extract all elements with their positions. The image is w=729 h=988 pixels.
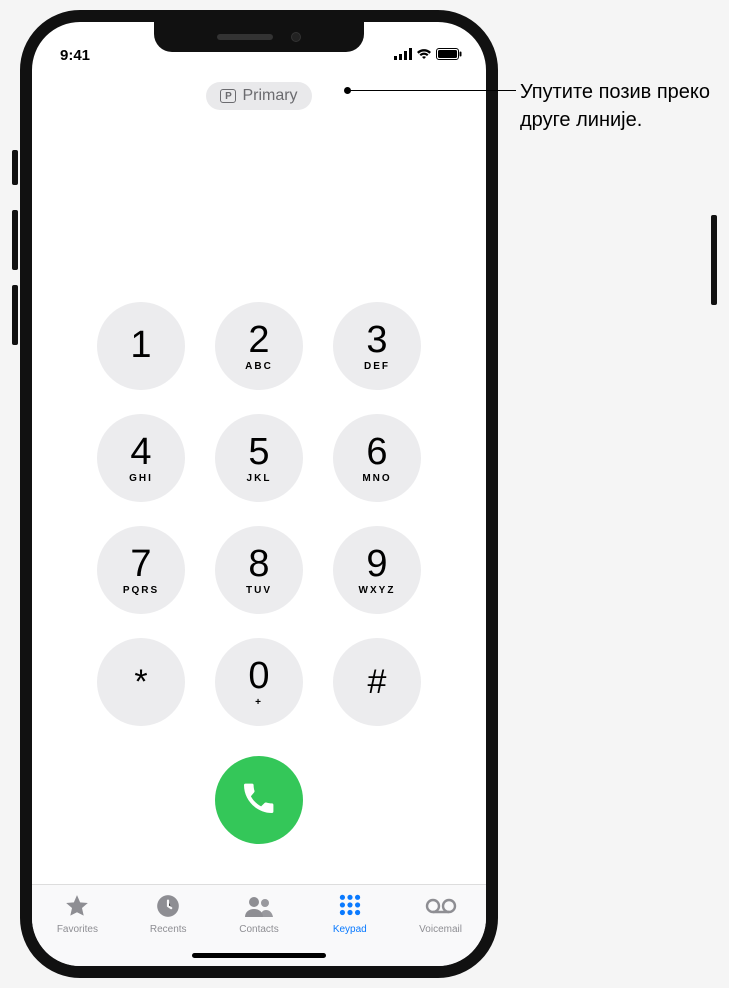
phone-icon	[241, 780, 277, 821]
status-time: 9:41	[60, 47, 140, 64]
key-7[interactable]: 7 PQRS	[97, 526, 185, 614]
key-digit: *	[134, 665, 147, 699]
home-indicator[interactable]	[192, 953, 326, 958]
wifi-icon	[416, 47, 432, 64]
key-2[interactable]: 2 ABC	[215, 302, 303, 390]
key-digit: #	[368, 665, 387, 699]
keypad: 1 2 ABC 3 DEF 4 GHI 5 JKL 6 MNO	[32, 302, 486, 844]
tab-favorites[interactable]: Favorites	[32, 885, 123, 966]
key-digit: 4	[130, 433, 151, 471]
key-6[interactable]: 6 MNO	[333, 414, 421, 502]
key-letters: +	[255, 697, 263, 708]
status-indicators	[372, 47, 462, 64]
key-0[interactable]: 0 +	[215, 638, 303, 726]
callout-text: Упутите позив преко друге линије.	[520, 78, 710, 134]
key-digit: 3	[366, 321, 387, 359]
phone-mute-switch	[12, 150, 18, 185]
key-1[interactable]: 1	[97, 302, 185, 390]
key-star[interactable]: *	[97, 638, 185, 726]
key-digit: 8	[248, 545, 269, 583]
key-3[interactable]: 3 DEF	[333, 302, 421, 390]
key-letters: MNO	[362, 473, 391, 484]
notch	[154, 22, 364, 52]
tab-label: Contacts	[239, 924, 278, 935]
tab-label: Voicemail	[419, 924, 462, 935]
key-digit: 9	[366, 545, 387, 583]
cellular-icon	[394, 47, 412, 64]
key-digit: 6	[366, 433, 387, 471]
key-digit: 2	[248, 321, 269, 359]
line-selector-button[interactable]: P Primary	[206, 82, 311, 110]
keypad-icon	[337, 893, 363, 922]
tab-label: Keypad	[333, 924, 367, 935]
front-camera	[291, 32, 301, 42]
tab-label: Recents	[150, 924, 187, 935]
tab-label: Favorites	[57, 924, 98, 935]
key-letters: TUV	[246, 585, 272, 596]
tab-voicemail[interactable]: Voicemail	[395, 885, 486, 966]
call-button[interactable]	[215, 756, 303, 844]
battery-icon	[436, 47, 462, 64]
phone-side-button	[711, 215, 717, 305]
speaker-grill	[217, 34, 273, 40]
line-selector-label: Primary	[242, 87, 297, 105]
key-digit: 1	[130, 326, 151, 364]
star-icon	[64, 893, 90, 922]
key-4[interactable]: 4 GHI	[97, 414, 185, 502]
key-hash[interactable]: #	[333, 638, 421, 726]
tab-bar: Favorites Recents Contacts Keypad	[32, 884, 486, 966]
key-9[interactable]: 9 WXYZ	[333, 526, 421, 614]
voicemail-icon	[425, 893, 457, 922]
key-5[interactable]: 5 JKL	[215, 414, 303, 502]
key-digit: 5	[248, 433, 269, 471]
clock-icon	[155, 893, 181, 922]
key-letters: PQRS	[123, 585, 159, 596]
key-letters: GHI	[129, 473, 153, 484]
key-digit: 7	[130, 545, 151, 583]
key-letters: WXYZ	[359, 585, 396, 596]
line-badge-icon: P	[220, 89, 236, 103]
key-letters: DEF	[364, 361, 390, 372]
phone-volume-down	[12, 285, 18, 345]
key-8[interactable]: 8 TUV	[215, 526, 303, 614]
callout-leader-line	[348, 90, 516, 91]
phone-volume-up	[12, 210, 18, 270]
contacts-icon	[244, 893, 274, 922]
key-digit: 0	[248, 657, 269, 695]
iphone-frame: 9:41 P Primary 1 2 ABC	[20, 10, 498, 978]
key-letters: JKL	[247, 473, 272, 484]
key-letters: ABC	[245, 361, 273, 372]
